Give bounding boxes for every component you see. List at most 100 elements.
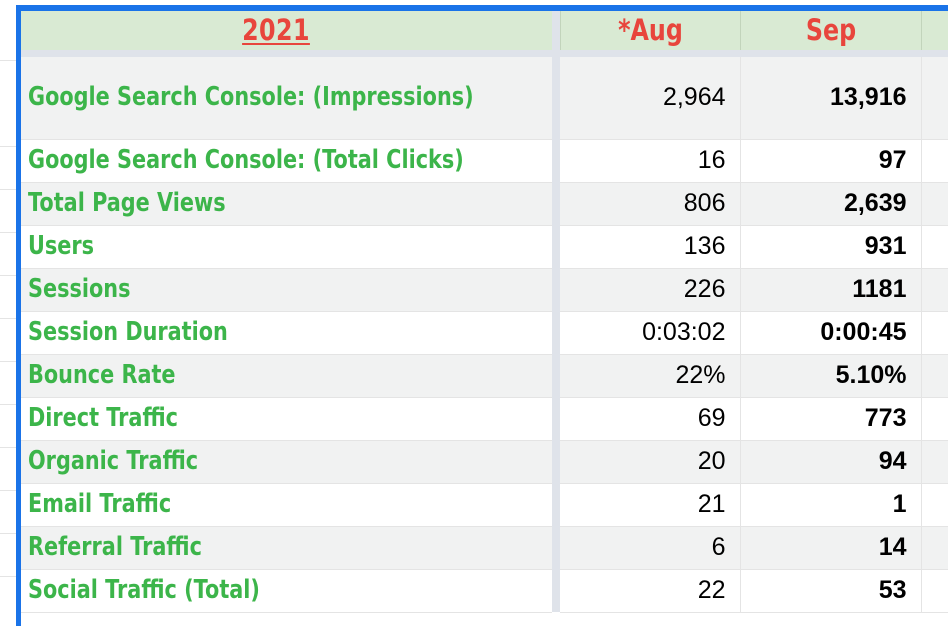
column-header-year[interactable]: 2021 <box>0 11 552 57</box>
metric-label-cell[interactable]: Total Page Views <box>0 182 552 226</box>
table-row: Users 136 931 <box>0 225 948 269</box>
table-header: 2021 *Aug Sep <box>0 11 948 57</box>
selection-border-left <box>16 5 21 626</box>
metric-label: Users <box>28 230 95 261</box>
metric-label: Direct Traffic <box>28 402 178 433</box>
sep-value-cell[interactable]: 0:00:45 <box>739 311 921 355</box>
empty-trailing-cell[interactable] <box>920 225 948 269</box>
empty-trailing-cell[interactable] <box>920 569 948 613</box>
metric-label-cell[interactable]: Users <box>0 225 552 269</box>
sep-value-cell[interactable]: 1 <box>739 483 921 527</box>
aug-value-cell[interactable]: 806 <box>560 182 740 226</box>
table-row: Direct Traffic 69 773 <box>0 397 948 441</box>
row-gutter-line <box>0 232 16 233</box>
sep-value-cell[interactable]: 5.10% <box>739 354 921 398</box>
empty-trailing-cell[interactable] <box>920 311 948 355</box>
row-gutter-line <box>0 361 16 362</box>
empty-trailing-cell[interactable] <box>920 268 948 312</box>
aug-value-cell[interactable]: 2,964 <box>560 53 740 140</box>
sep-value-cell[interactable]: 1181 <box>739 268 921 312</box>
column-divider-gap <box>552 139 560 182</box>
row-gutter-line <box>0 576 16 577</box>
metric-label-cell[interactable]: Sessions <box>0 268 552 312</box>
empty-trailing-cell[interactable] <box>920 483 948 527</box>
sep-value-cell[interactable]: 931 <box>739 225 921 269</box>
table-row: Google Search Console: (Total Clicks) 16 9… <box>0 139 948 183</box>
aug-value-cell[interactable]: 21 <box>560 483 740 527</box>
table-body: Google Search Console: (Impressions) 2,96… <box>0 53 948 613</box>
aug-value-cell[interactable]: 136 <box>560 225 740 269</box>
metric-label-cell[interactable]: Google Search Console: (Total Clicks) <box>0 139 552 183</box>
column-divider-gap <box>552 483 560 526</box>
row-gutter-line <box>0 404 16 405</box>
column-header-extra[interactable] <box>920 11 948 57</box>
aug-value-cell[interactable]: 16 <box>560 139 740 183</box>
aug-value-cell[interactable]: 6 <box>560 526 740 570</box>
aug-value-cell[interactable]: 226 <box>560 268 740 312</box>
metric-label: Social Traffic (Total) <box>28 574 260 605</box>
metric-label-cell[interactable]: Google Search Console: (Impressions) <box>0 53 552 140</box>
aug-value-cell[interactable]: 20 <box>560 440 740 484</box>
sep-value-cell[interactable]: 13,916 <box>739 53 921 140</box>
sep-value-cell[interactable]: 53 <box>739 569 921 613</box>
aug-value-cell[interactable]: 22 <box>560 569 740 613</box>
sep-value: 13,916 <box>830 83 907 111</box>
aug-value: 22% <box>675 361 726 389</box>
empty-trailing-cell[interactable] <box>920 139 948 183</box>
metric-label-cell[interactable]: Session Duration <box>0 311 552 355</box>
aug-value-cell[interactable]: 22% <box>560 354 740 398</box>
metric-label-cell[interactable]: Social Traffic (Total) <box>0 569 552 613</box>
table-row: Referral Traffic 6 14 <box>0 526 948 570</box>
sep-value: 0:00:45 <box>820 318 907 346</box>
sep-value-cell[interactable]: 94 <box>739 440 921 484</box>
column-divider-gap <box>552 354 560 397</box>
row-gutter-line <box>0 318 16 319</box>
sep-value-cell[interactable]: 14 <box>739 526 921 570</box>
column-divider-gap <box>552 569 560 612</box>
sep-value: 931 <box>864 232 907 260</box>
column-divider-gap <box>552 11 560 57</box>
column-divider-gap <box>552 311 560 354</box>
empty-trailing-cell[interactable] <box>920 53 948 140</box>
column-header-year-label: 2021 <box>242 13 310 48</box>
aug-value-cell[interactable]: 0:03:02 <box>560 311 740 355</box>
row-gutter-line <box>0 490 16 491</box>
empty-trailing-cell[interactable] <box>920 397 948 441</box>
row-gutter-line <box>0 275 16 276</box>
metric-label-cell[interactable]: Direct Traffic <box>0 397 552 441</box>
sep-value: 1181 <box>852 275 907 303</box>
metric-label: Email Traffic <box>28 488 172 519</box>
metric-label: Organic Traffic <box>28 445 199 476</box>
metric-label-cell[interactable]: Email Traffic <box>0 483 552 527</box>
sep-value-cell[interactable]: 773 <box>739 397 921 441</box>
analytics-table: 2021 *Aug Sep Google Search Console: (Im… <box>0 11 948 613</box>
sep-value-cell[interactable]: 97 <box>739 139 921 183</box>
empty-trailing-cell[interactable] <box>920 182 948 226</box>
row-gutter-line <box>0 60 16 61</box>
header-row: 2021 *Aug Sep <box>0 11 948 57</box>
metric-label: Session Duration <box>28 316 228 347</box>
aug-value: 806 <box>683 189 726 217</box>
empty-trailing-cell[interactable] <box>920 526 948 570</box>
empty-trailing-cell[interactable] <box>920 440 948 484</box>
metric-label-cell[interactable]: Bounce Rate <box>0 354 552 398</box>
column-header-aug-label: *Aug <box>617 13 683 48</box>
aug-value: 0:03:02 <box>642 318 726 346</box>
sep-value: 2,639 <box>843 189 907 217</box>
column-header-aug[interactable]: *Aug <box>559 11 740 57</box>
column-header-sep[interactable]: Sep <box>739 11 921 57</box>
metric-label-cell[interactable]: Organic Traffic <box>0 440 552 484</box>
empty-trailing-cell[interactable] <box>920 354 948 398</box>
metric-label: Referral Traffic <box>28 531 202 562</box>
sep-value: 53 <box>878 576 907 604</box>
sep-value: 14 <box>878 533 907 561</box>
table-row: Sessions 226 1181 <box>0 268 948 312</box>
aug-value-cell[interactable]: 69 <box>560 397 740 441</box>
sep-value: 1 <box>892 490 907 518</box>
column-header-sep-label: Sep <box>805 13 856 48</box>
sep-value-cell[interactable]: 2,639 <box>739 182 921 226</box>
aug-value: 20 <box>697 447 726 475</box>
row-gutter-line <box>0 533 16 534</box>
metric-label-cell[interactable]: Referral Traffic <box>0 526 552 570</box>
table-row: Email Traffic 21 1 <box>0 483 948 527</box>
